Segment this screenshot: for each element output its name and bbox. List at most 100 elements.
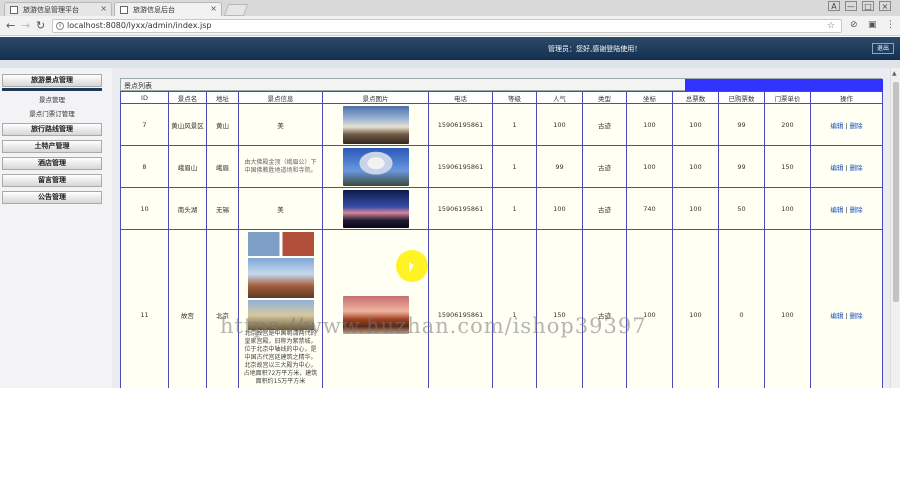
col-header: 地址 <box>206 91 239 104</box>
header-subbar <box>0 60 900 68</box>
cell-popularity: 150 <box>536 229 583 388</box>
cell-actions: 编辑 | 删除 <box>810 187 883 230</box>
cell-price: 100 <box>764 229 811 388</box>
cell-coord: 100 <box>626 229 673 388</box>
cell-coord: 100 <box>626 103 673 146</box>
browser-tab-1[interactable]: 旅游信息管理平台 × <box>4 2 112 16</box>
browser-tab-strip: 旅游信息管理平台 × 旅游信息后台 × A — □ × <box>0 0 900 16</box>
table-caption-bar: 景点列表 <box>120 78 883 91</box>
tab-title: 旅游信息管理平台 <box>23 6 79 14</box>
sidebar-menu-notices[interactable]: 公告管理 <box>2 191 102 204</box>
edit-link[interactable]: 编辑 <box>830 206 843 214</box>
sidebar-menu-attractions[interactable]: 旅游景点管理 <box>2 74 102 87</box>
cell-total-tickets: 100 <box>672 229 719 388</box>
attraction-photo <box>342 105 409 144</box>
bookmark-star-icon[interactable]: ☆ <box>827 20 835 32</box>
sidebar: 旅游景点管理 景点管理 景点门票订管理 旅行路线管理 土特产管理 酒店管理 留言… <box>0 68 112 388</box>
main-scrollbar[interactable]: ▲ <box>890 68 900 388</box>
cell-address: 峨眉 <box>206 145 239 188</box>
maximize-button[interactable]: □ <box>862 1 874 11</box>
scroll-up-icon[interactable]: ▲ <box>892 70 897 77</box>
sidebar-menu-hotels[interactable]: 酒店管理 <box>2 157 102 170</box>
cast-icon[interactable]: ▣ <box>868 20 877 30</box>
col-header: 总票数 <box>672 91 719 104</box>
cell-sold-tickets: 99 <box>718 145 765 188</box>
cell-phone: 15906195861 <box>428 229 493 388</box>
sidebar-item-attraction-manage[interactable]: 景点管理 <box>2 94 102 106</box>
cell-level: 1 <box>492 103 537 146</box>
cell-type: 古迹 <box>582 145 627 188</box>
logout-button[interactable]: 退出 <box>872 43 894 54</box>
edit-link[interactable]: 编辑 <box>830 164 843 172</box>
col-header: 人气 <box>536 91 583 104</box>
col-header: 门票单价 <box>764 91 811 104</box>
mouse-pointer-icon <box>409 262 414 273</box>
new-tab-button[interactable] <box>223 4 249 16</box>
cell-actions: 编辑 | 删除 <box>810 229 883 388</box>
cell-total-tickets: 100 <box>672 145 719 188</box>
address-toolbar: ← → ↻ i localhost:8080/lyxx/admin/index.… <box>0 16 900 36</box>
cell-name: 南头湖 <box>168 187 207 230</box>
cell-info: 由大佛殿金顶（峨眉公）下中国佛教胜地道场和寺院。 <box>238 145 323 188</box>
cell-sold-tickets: 0 <box>718 229 765 388</box>
sidebar-item-ticket-manage[interactable]: 景点门票订管理 <box>2 108 102 120</box>
extension-icon[interactable]: ⊘ <box>850 20 858 30</box>
welcome-text: 管理员：您好,感谢登陆使用！ <box>548 45 642 53</box>
cell-actions: 编辑 | 删除 <box>810 145 883 188</box>
cell-level: 1 <box>492 229 537 388</box>
user-profile-button[interactable]: A <box>828 1 840 11</box>
col-header: ID <box>120 91 169 104</box>
site-info-icon[interactable]: i <box>56 22 64 30</box>
info-text: 北京故宫是中国明清两代的皇家宫殿，旧称为紫禁城，位于北京中轴线的中心，是中国古代… <box>243 330 318 385</box>
cell-name: 故宫 <box>168 229 207 388</box>
table-caption: 景点列表 <box>124 82 152 90</box>
blank-area <box>0 388 900 484</box>
col-header: 类型 <box>582 91 627 104</box>
cell-address: 北京 <box>206 229 239 388</box>
cell-id: 7 <box>120 103 169 146</box>
edit-link[interactable]: 编辑 <box>830 312 843 320</box>
cell-level: 1 <box>492 145 537 188</box>
sidebar-menu-messages[interactable]: 留言管理 <box>2 174 102 187</box>
url-text: localhost:8080/lyxx/admin/index.jsp <box>67 21 212 30</box>
delete-link[interactable]: 删除 <box>850 312 863 320</box>
cell-coord: 100 <box>626 145 673 188</box>
page-favicon-icon <box>120 6 128 14</box>
delete-link[interactable]: 删除 <box>850 164 863 172</box>
tab-title: 旅游信息后台 <box>133 6 175 14</box>
cell-address: 黄山 <box>206 103 239 146</box>
cell-phone: 15906195861 <box>428 103 493 146</box>
col-header: 操作 <box>810 91 883 104</box>
attraction-photo <box>342 147 409 186</box>
scroll-thumb[interactable] <box>893 82 899 302</box>
table-row: 7 黄山风景区 黄山 美 15906195861 1 100 古迹 100 10… <box>120 103 883 146</box>
minimize-button[interactable]: — <box>845 1 857 11</box>
delete-link[interactable]: 删除 <box>850 206 863 214</box>
cell-address: 无锡 <box>206 187 239 230</box>
col-header: 景点名 <box>168 91 207 104</box>
cell-type: 古迹 <box>582 229 627 388</box>
cell-image <box>322 103 429 146</box>
cell-sold-tickets: 99 <box>718 103 765 146</box>
cell-name: 峨眉山 <box>168 145 207 188</box>
close-window-button[interactable]: × <box>879 1 891 11</box>
col-header: 等级 <box>492 91 537 104</box>
close-tab-icon[interactable]: × <box>210 4 217 13</box>
sidebar-menu-routes[interactable]: 旅行路线管理 <box>2 123 102 136</box>
attraction-photo <box>342 189 409 228</box>
cell-popularity: 100 <box>536 103 583 146</box>
delete-link[interactable]: 删除 <box>850 122 863 130</box>
edit-link[interactable]: 编辑 <box>830 122 843 130</box>
browser-tab-2[interactable]: 旅游信息后台 × <box>114 2 222 16</box>
cell-info: 美 <box>238 103 323 146</box>
caption-highlight <box>685 79 883 91</box>
cell-price: 100 <box>764 187 811 230</box>
cell-id: 11 <box>120 229 169 388</box>
close-tab-icon[interactable]: × <box>100 4 107 13</box>
reload-icon[interactable]: ↻ <box>36 19 45 32</box>
forward-arrow-icon[interactable]: → <box>21 19 30 32</box>
menu-icon[interactable]: ⋮ <box>886 20 895 30</box>
url-input[interactable]: i localhost:8080/lyxx/admin/index.jsp ☆ <box>52 19 842 33</box>
sidebar-menu-specialties[interactable]: 土特产管理 <box>2 140 102 153</box>
back-arrow-icon[interactable]: ← <box>6 19 15 32</box>
